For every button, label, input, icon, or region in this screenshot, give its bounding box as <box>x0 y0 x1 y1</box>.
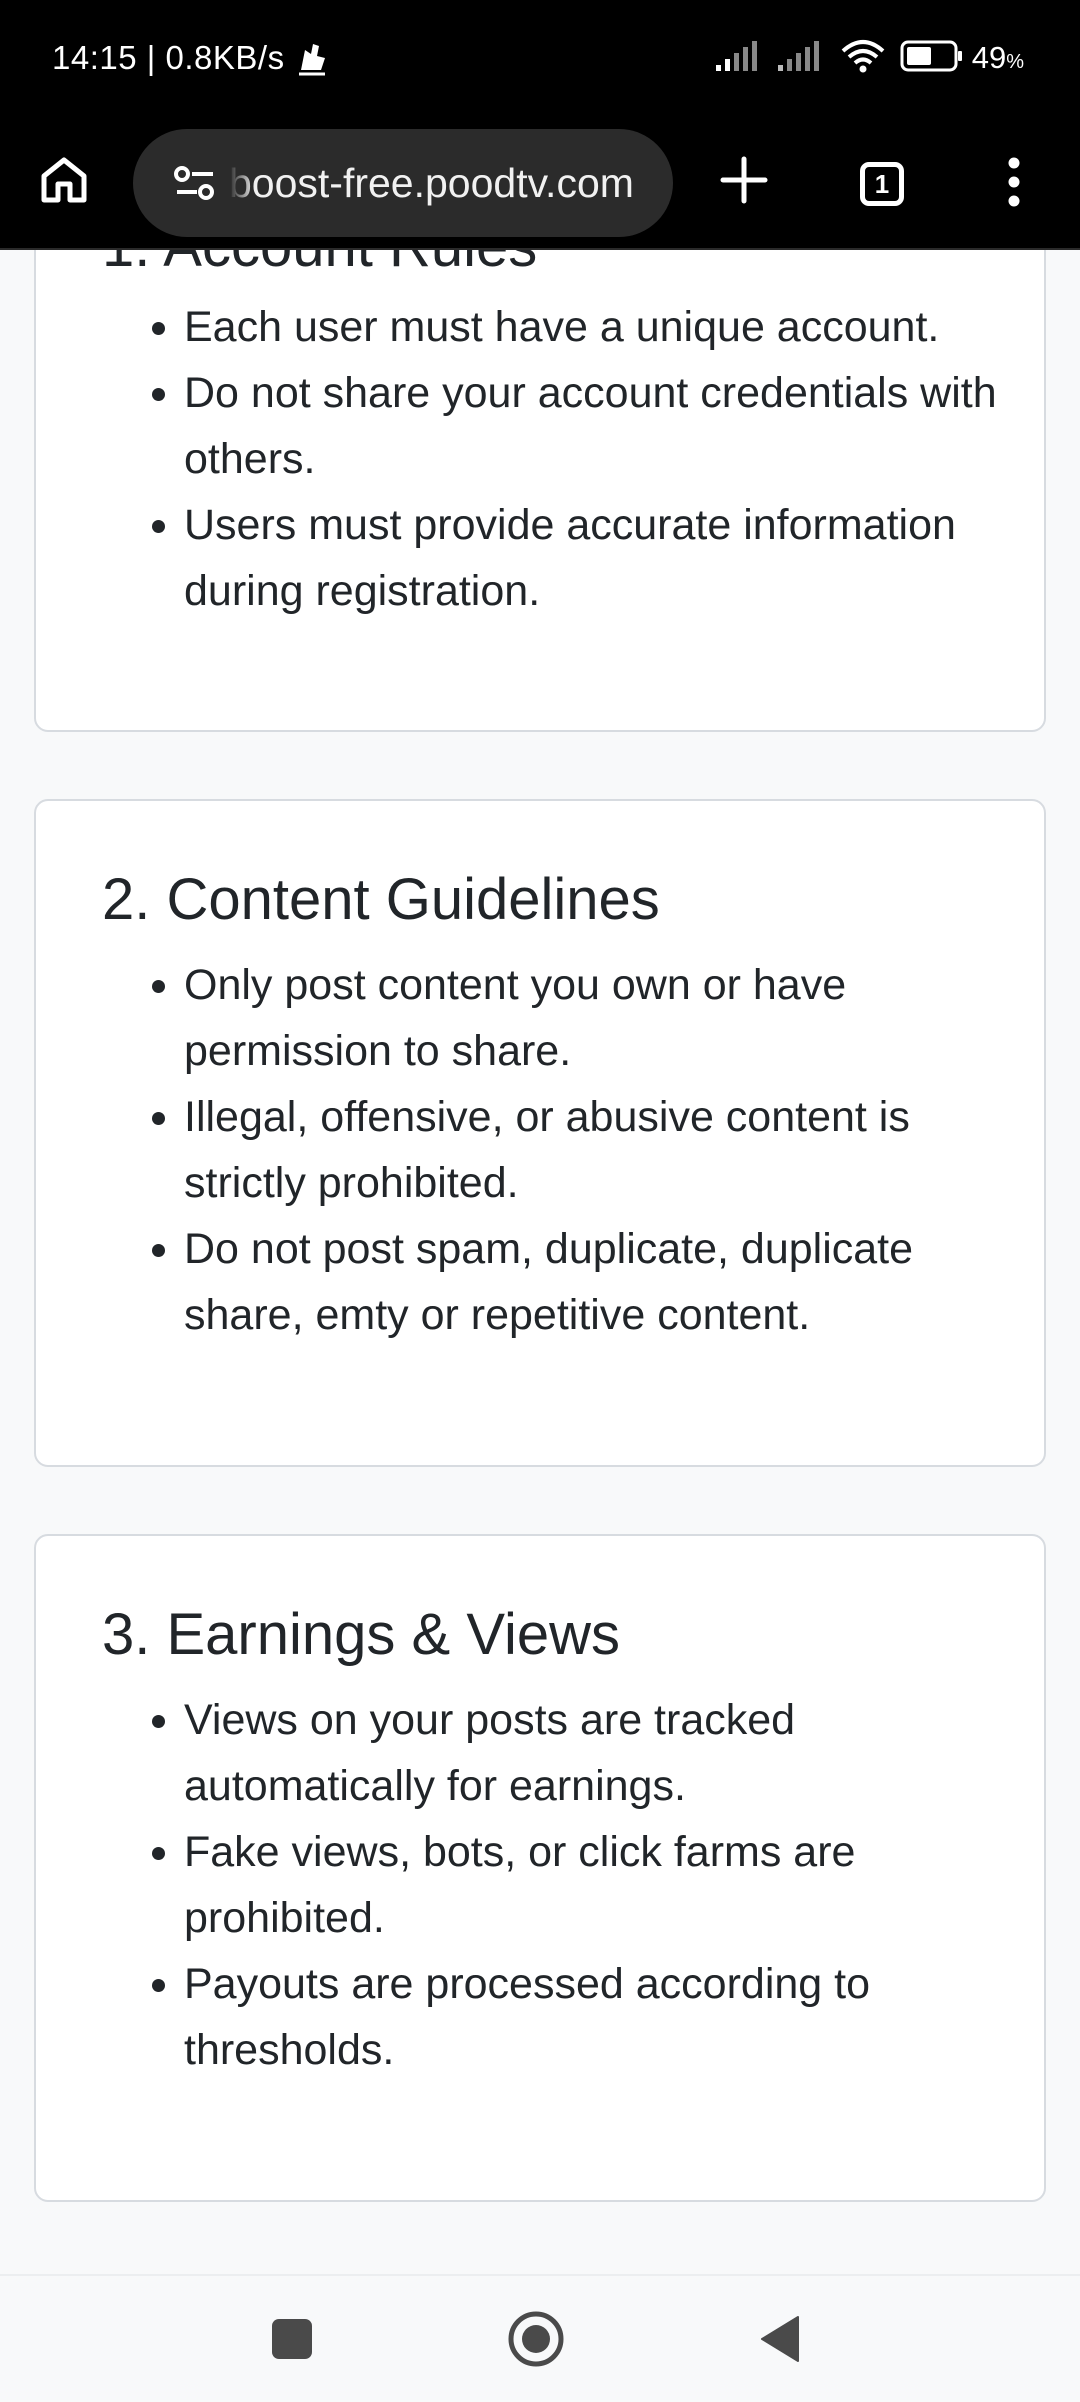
tab-count: 1 <box>874 169 890 199</box>
recents-square-icon <box>270 2317 314 2366</box>
site-settings-icon[interactable] <box>173 165 217 201</box>
list-item: Users must provide accurate information … <box>184 492 1014 624</box>
signal-icon <box>715 40 764 76</box>
status-separator: | <box>137 39 166 76</box>
battery-percent-value: 49 <box>971 40 1007 75</box>
page-content[interactable]: 1. Account Rules Each user must have a u… <box>0 250 1080 2274</box>
address-bar[interactable]: boost-free.poodtv.com <box>133 129 673 237</box>
back-triangle-icon <box>758 2314 802 2369</box>
status-left: 14:15 | 0.8KB/s <box>52 34 329 82</box>
section-list: Each user must have a unique account. Do… <box>124 294 1014 624</box>
battery-indicator: 49% <box>900 40 1024 77</box>
recents-button[interactable] <box>257 2306 327 2376</box>
section-title: 1. Account Rules <box>102 250 537 281</box>
tab-switcher-button[interactable]: 1 <box>850 152 914 216</box>
status-bar: 14:15 | 0.8KB/s 49% <box>0 0 1080 116</box>
wifi-icon <box>840 39 886 78</box>
new-tab-icon <box>719 155 769 210</box>
battery-percent: 49% <box>972 40 1024 76</box>
list-item: Each user must have a unique account. <box>184 294 1014 360</box>
signal-icon <box>777 40 826 76</box>
battery-icon <box>900 40 964 77</box>
more-menu-icon <box>1007 156 1021 213</box>
list-item: Views on your posts are tracked automati… <box>184 1687 1014 1819</box>
list-item: Do not share your account credentials wi… <box>184 360 1014 492</box>
more-menu-button[interactable] <box>984 152 1044 216</box>
list-item: Payouts are processed according to thres… <box>184 1951 1014 2083</box>
section-card-account-rules: 1. Account Rules Each user must have a u… <box>34 250 1046 732</box>
list-item: Fake views, bots, or click farms are pro… <box>184 1819 1014 1951</box>
network-speed: 0.8KB/s <box>165 39 285 76</box>
new-tab-button[interactable] <box>712 150 776 214</box>
battery-percent-unit: % <box>1006 51 1024 73</box>
status-right: 49% <box>715 34 1024 82</box>
section-title: 3. Earnings & Views <box>102 1602 620 1667</box>
tab-switcher-icon: 1 <box>860 162 904 206</box>
section-title: 2. Content Guidelines <box>102 867 660 932</box>
section-list: Only post content you own or have permis… <box>124 952 1014 1348</box>
notification-icon <box>295 40 329 76</box>
home-nav-button[interactable] <box>501 2306 571 2376</box>
back-button[interactable] <box>745 2306 815 2376</box>
home-icon <box>38 154 90 211</box>
url-text: boost-free.poodtv.com <box>229 159 634 206</box>
list-item: Illegal, offensive, or abusive content i… <box>184 1084 1014 1216</box>
home-circle-icon <box>506 2309 566 2374</box>
browser-toolbar: boost-free.poodtv.com 1 <box>0 116 1080 250</box>
system-navigation-bar <box>0 2274 1080 2402</box>
section-card-content-guidelines: 2. Content Guidelines Only post content … <box>34 799 1046 1467</box>
list-item: Only post content you own or have permis… <box>184 952 1014 1084</box>
list-item: Do not post spam, duplicate, duplicate s… <box>184 1216 1014 1348</box>
section-card-earnings-views: 3. Earnings & Views Views on your posts … <box>34 1534 1046 2202</box>
status-time: 14:15 <box>52 39 138 76</box>
home-button[interactable] <box>34 152 94 212</box>
section-list: Views on your posts are tracked automati… <box>124 1687 1014 2083</box>
